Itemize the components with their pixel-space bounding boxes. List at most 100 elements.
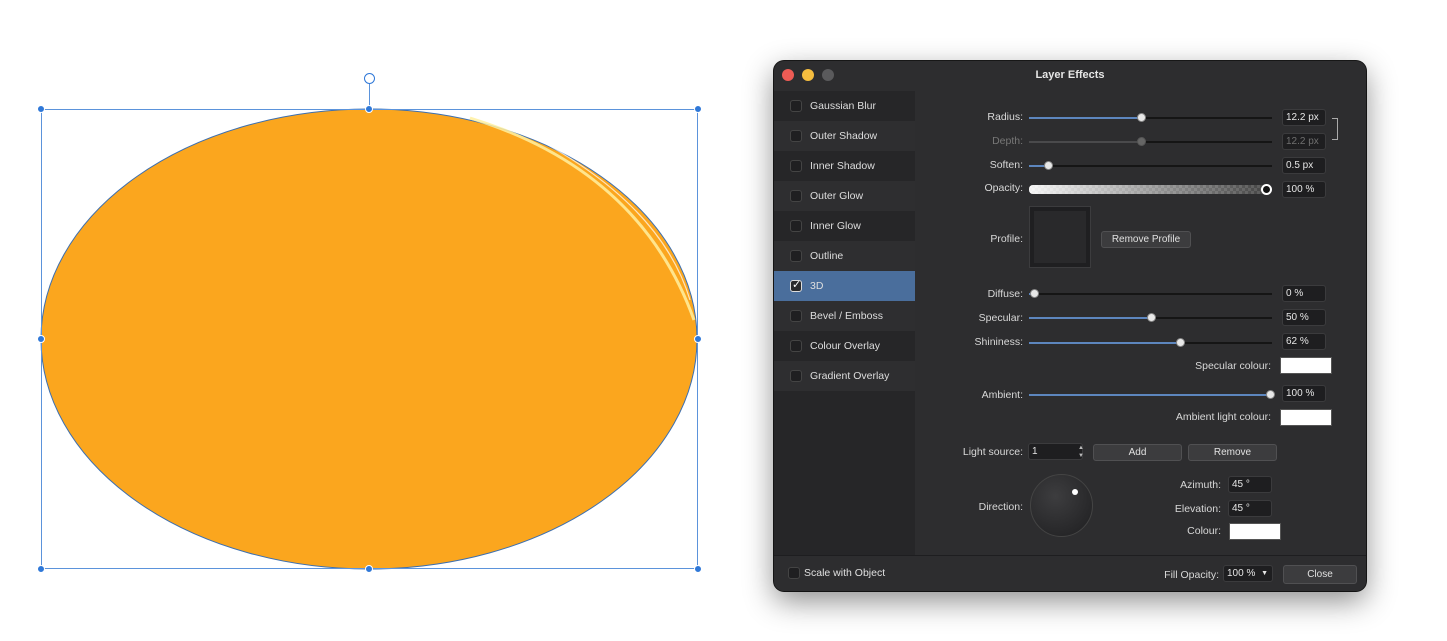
depth-field[interactable]: 12.2 px: [1282, 133, 1326, 150]
shininess-slider-fill: [1029, 342, 1180, 344]
specular-colour-label: Specular colour:: [1195, 360, 1271, 372]
specular-field[interactable]: 50 %: [1282, 309, 1326, 326]
effect-item-gradient-overlay[interactable]: Gradient Overlay: [774, 361, 915, 391]
effect-label: Inner Shadow: [810, 160, 875, 172]
close-button[interactable]: Close: [1283, 565, 1357, 584]
opacity-label: Opacity:: [984, 182, 1023, 194]
radius-slider[interactable]: [1029, 113, 1272, 122]
effect-item-outer-glow[interactable]: Outer Glow: [774, 181, 915, 211]
shininess-slider-knob[interactable]: [1175, 338, 1185, 347]
effect-checkbox[interactable]: [790, 340, 802, 352]
soften-field[interactable]: 0.5 px: [1282, 157, 1326, 174]
profile-curve-editor[interactable]: [1029, 206, 1091, 268]
effect-label: Colour Overlay: [810, 340, 881, 352]
effects-list: Gaussian Blur Outer Shadow Inner Shadow …: [774, 91, 915, 555]
opacity-field[interactable]: 100 %: [1282, 181, 1326, 198]
specular-slider[interactable]: [1029, 313, 1272, 322]
radius-field[interactable]: 12.2 px: [1282, 109, 1326, 126]
ambient-field[interactable]: 100 %: [1282, 385, 1326, 402]
effect-item-gaussian-blur[interactable]: Gaussian Blur: [774, 91, 915, 121]
effect-item-bevel-emboss[interactable]: Bevel / Emboss: [774, 301, 915, 331]
light-colour-swatch[interactable]: [1229, 523, 1281, 540]
chevron-down-icon: ▼: [1261, 570, 1268, 577]
resize-handle-left[interactable]: [37, 335, 45, 343]
effect-checkbox[interactable]: [790, 160, 802, 172]
resize-handle-bottom-left[interactable]: [37, 565, 45, 573]
ambient-label: Ambient:: [981, 389, 1023, 401]
effect-item-colour-overlay[interactable]: Colour Overlay: [774, 331, 915, 361]
fill-opacity-dropdown[interactable]: 100 % ▼: [1223, 565, 1273, 582]
effect-label: Outer Glow: [810, 190, 864, 202]
effect-checkbox[interactable]: [790, 190, 802, 202]
add-light-button[interactable]: Add: [1093, 444, 1182, 461]
ambient-light-colour-swatch[interactable]: [1280, 409, 1332, 426]
effect-checkbox[interactable]: [790, 370, 802, 382]
effect-checkbox[interactable]: [790, 220, 802, 232]
effect-label: Gradient Overlay: [810, 370, 890, 382]
effect-item-outer-shadow[interactable]: Outer Shadow: [774, 121, 915, 151]
effect-checkbox-checked[interactable]: [790, 278, 802, 292]
specular-label: Specular:: [978, 312, 1023, 324]
effect-checkbox[interactable]: [790, 100, 802, 112]
effect-checkbox[interactable]: [790, 250, 802, 262]
effect-checkbox[interactable]: [790, 310, 802, 322]
radius-slider-knob[interactable]: [1136, 113, 1146, 122]
effect-label: 3D: [810, 280, 824, 292]
radius-label: Radius:: [987, 111, 1023, 123]
remove-profile-button[interactable]: Remove Profile: [1101, 231, 1191, 248]
diffuse-slider-knob[interactable]: [1029, 289, 1039, 298]
ambient-slider[interactable]: [1029, 390, 1275, 399]
rotation-handle[interactable]: [364, 73, 375, 84]
title-bar[interactable]: Layer Effects: [774, 61, 1366, 89]
resize-handle-bottom-right[interactable]: [694, 565, 702, 573]
fill-opacity-label: Fill Opacity:: [1164, 569, 1219, 581]
light-source-label: Light source:: [962, 446, 1023, 458]
depth-slider[interactable]: [1029, 137, 1272, 146]
dialog-title: Layer Effects: [1035, 69, 1105, 81]
effect-label: Inner Glow: [810, 220, 861, 232]
document-canvas[interactable]: [0, 0, 760, 641]
scale-with-object-checkbox[interactable]: [788, 567, 800, 579]
specular-slider-knob[interactable]: [1146, 313, 1156, 322]
depth-slider-knob[interactable]: [1136, 137, 1146, 146]
light-direction-dot[interactable]: [1072, 489, 1078, 495]
shininess-field[interactable]: 62 %: [1282, 333, 1326, 350]
diffuse-label: Diffuse:: [987, 288, 1023, 300]
soften-slider-knob[interactable]: [1044, 161, 1054, 170]
opacity-slider-knob[interactable]: [1261, 184, 1272, 195]
fill-opacity-value: 100 %: [1227, 568, 1256, 579]
diffuse-field[interactable]: 0 %: [1282, 285, 1326, 302]
stepper-arrows-icon[interactable]: ▲ ▼: [1077, 444, 1085, 461]
resize-handle-right[interactable]: [694, 335, 702, 343]
light-direction-dial[interactable]: [1030, 474, 1093, 537]
effect-checkbox[interactable]: [790, 130, 802, 142]
azimuth-field[interactable]: 45 °: [1228, 476, 1272, 493]
resize-handle-top[interactable]: [365, 105, 373, 113]
effect-item-inner-shadow[interactable]: Inner Shadow: [774, 151, 915, 181]
selection-bounding-box: [41, 109, 698, 569]
elevation-field[interactable]: 45 °: [1228, 500, 1272, 517]
link-radius-depth-icon[interactable]: [1332, 118, 1338, 140]
resize-handle-bottom[interactable]: [365, 565, 373, 573]
soften-slider[interactable]: [1029, 161, 1272, 170]
opacity-slider[interactable]: [1029, 185, 1269, 194]
effect-label: Outline: [810, 250, 844, 262]
light-colour-label: Colour:: [1187, 525, 1221, 537]
diffuse-slider[interactable]: [1029, 289, 1272, 298]
effect-item-3d[interactable]: 3D: [774, 271, 915, 301]
ambient-slider-knob[interactable]: [1265, 390, 1275, 399]
depth-slider-fill: [1029, 141, 1141, 143]
ambient-slider-fill: [1029, 394, 1270, 396]
light-source-stepper[interactable]: 1: [1028, 443, 1083, 460]
effect-label: Bevel / Emboss: [810, 310, 883, 322]
scale-with-object-label: Scale with Object: [804, 567, 886, 579]
resize-handle-top-right[interactable]: [694, 105, 702, 113]
effect-item-outline[interactable]: Outline: [774, 241, 915, 271]
resize-handle-top-left[interactable]: [37, 105, 45, 113]
shininess-slider[interactable]: [1029, 338, 1272, 347]
specular-colour-swatch[interactable]: [1280, 357, 1332, 374]
remove-light-button[interactable]: Remove: [1188, 444, 1277, 461]
effect-item-inner-glow[interactable]: Inner Glow: [774, 211, 915, 241]
depth-label: Depth:: [992, 135, 1023, 147]
effect-label: Outer Shadow: [810, 130, 878, 142]
